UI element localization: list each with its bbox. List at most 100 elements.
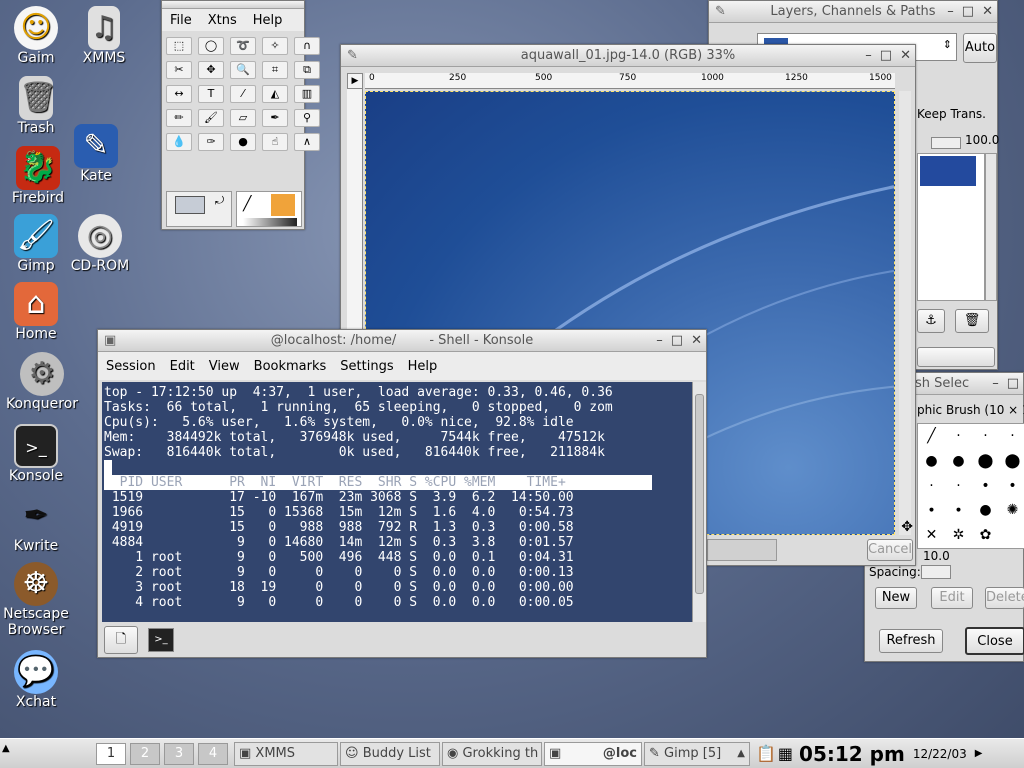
navigate-icon[interactable]: ✥ [901,519,913,535]
brush-cell[interactable]: · [945,424,972,449]
menu-help[interactable]: Help [408,359,438,374]
terminal-output[interactable]: top - 17:12:50 up 4:37, 1 user, load ave… [102,382,692,622]
cancel-button[interactable]: Cancel [867,539,913,561]
canvas-vscrollbar[interactable] [899,91,911,535]
fuzzy-select-icon[interactable]: ✧ [262,37,288,55]
desktop-icon-gaim[interactable]: ☺ Gaim [0,6,72,66]
brush-cell[interactable]: ● [918,449,945,474]
close-icon[interactable]: ✕ [982,1,993,23]
task-gimp[interactable]: ✎ Gimp [5] ▲ [644,741,750,766]
color-picker-icon[interactable]: ⁄ [230,85,256,103]
brush-cell[interactable]: • [972,474,999,499]
anchor-layer-button[interactable]: ⚓ [917,309,945,333]
blur-icon[interactable]: 💧 [166,133,192,151]
layer-row[interactable] [920,156,976,186]
move-icon[interactable]: ✥ [198,61,224,79]
edit-brush-button[interactable]: Edit [931,587,973,609]
layer-list[interactable] [917,153,985,301]
desktop-icon-netscape[interactable]: ☸ Netscape Browser [0,562,72,638]
bucket-fill-icon[interactable]: ◭ [262,85,288,103]
brush-preview[interactable]: ╱ [243,196,263,216]
menu-bookmarks[interactable]: Bookmarks [254,359,327,374]
terminal-scrollbar[interactable] [692,382,706,622]
session-tab-shell[interactable]: >_ [148,628,174,652]
maximize-icon[interactable]: □ [880,45,892,67]
layer-list-scrollbar[interactable] [985,153,997,301]
measure-icon[interactable]: ∧ [294,133,320,151]
calendar-icon[interactable]: ▦ [778,744,793,763]
maximize-icon[interactable]: □ [671,330,683,352]
clone-icon[interactable]: ⚲ [294,109,320,127]
desktop-icon-gimp[interactable]: 🖌 Gimp [0,214,72,274]
gradient-icon[interactable]: ▥ [294,85,320,103]
delete-layer-button[interactable]: 🗑 [955,309,989,333]
color-swatches[interactable]: ⤾ [166,191,232,227]
delete-brush-button[interactable]: Delete [985,587,1024,609]
pager-desktop-3[interactable]: 3 [164,742,194,765]
bezier-select-icon[interactable]: ∩ [294,37,320,55]
menu-file[interactable]: File [170,13,192,28]
minimize-icon[interactable]: – [865,45,872,67]
crop-icon[interactable]: ⌗ [262,61,288,79]
paintbrush-icon[interactable]: 🖌 [198,109,224,127]
brush-grid[interactable]: ╱ · · · ● ● ⬤ ⬤ · · • • ∙ ∙ ● ✺ ✕ ✲ ✿ [917,423,1024,549]
brush-cell[interactable]: · [918,474,945,499]
brush-cell[interactable]: · [945,474,972,499]
close-icon[interactable]: ✕ [900,45,911,67]
task-xmms[interactable]: ▣ XMMS [234,741,338,766]
refresh-button[interactable]: Refresh [879,629,943,653]
brush-cell[interactable]: • [999,474,1024,499]
maximize-icon[interactable]: □ [962,1,974,23]
brush-cell[interactable]: ● [945,449,972,474]
new-brush-button[interactable]: New [875,587,917,609]
clock[interactable]: 05:12 pm [799,742,905,766]
menu-settings[interactable]: Settings [340,359,393,374]
brush-cell[interactable]: ⬤ [999,449,1024,474]
foreground-color[interactable] [175,196,205,214]
pager-desktop-4[interactable]: 4 [198,742,228,765]
task-konsole[interactable]: ▣ @loc [544,741,642,766]
clipboard-icon[interactable]: 📋 [756,744,776,763]
flip-icon[interactable]: ↔ [166,85,192,103]
brush-cell[interactable]: ⬤ [972,449,999,474]
minimize-icon[interactable]: – [992,373,999,395]
swap-colors-icon[interactable]: ⤾ [215,194,224,208]
menu-arrow-icon[interactable]: ▶ [347,73,363,89]
spacing-slider[interactable] [921,565,951,579]
brush-cell[interactable]: · [972,424,999,449]
ink-icon[interactable]: ✑ [198,133,224,151]
layers-bottom-button[interactable] [917,347,995,367]
scissors-icon[interactable]: ✂ [166,61,192,79]
brush-cell[interactable]: ✿ [972,523,999,548]
brush-cell[interactable]: ╱ [918,424,945,449]
pager-desktop-2[interactable]: 2 [130,742,160,765]
brush-cell[interactable]: ∙ [918,498,945,523]
brush-cell[interactable]: ● [972,498,999,523]
desktop-icon-konsole[interactable]: >_ Konsole [0,424,72,484]
opacity-slider[interactable] [931,137,961,149]
layers-titlebar[interactable]: ✎ Layers, Channels & Paths – □ ✕ [709,1,997,23]
auto-button[interactable]: Auto [963,33,997,63]
brush-cell[interactable]: ∙ [945,498,972,523]
close-button[interactable]: Close [965,627,1024,655]
text-icon[interactable]: T [198,85,224,103]
konsole-titlebar[interactable]: ▣ @localhost: /home/ - Shell - Konsole –… [98,330,706,352]
menu-edit[interactable]: Edit [170,359,195,374]
gradient-preview[interactable] [243,218,297,226]
date[interactable]: 12/22/03 [913,747,967,761]
lasso-icon[interactable]: ➰ [230,37,256,55]
panel-hide-arrow-icon[interactable]: ▲ [2,743,10,754]
desktop-icon-xchat[interactable]: 💬 Xchat [0,650,72,710]
airbrush-icon[interactable]: ✒ [262,109,288,127]
brush-cell[interactable]: · [999,424,1024,449]
pattern-preview[interactable] [271,194,295,216]
brush-cell[interactable]: ✺ [999,498,1024,523]
transform-icon[interactable]: ⧉ [294,61,320,79]
eraser-icon[interactable]: ▱ [230,109,256,127]
pencil-icon[interactable]: ✏ [166,109,192,127]
rect-select-icon[interactable]: ⬚ [166,37,192,55]
minimize-icon[interactable]: – [947,1,954,23]
task-grokking[interactable]: ◉ Grokking th [442,741,542,766]
desktop-icon-kwrite[interactable]: ✒ Kwrite [0,494,72,554]
zoom-icon[interactable]: 🔍 [230,61,256,79]
